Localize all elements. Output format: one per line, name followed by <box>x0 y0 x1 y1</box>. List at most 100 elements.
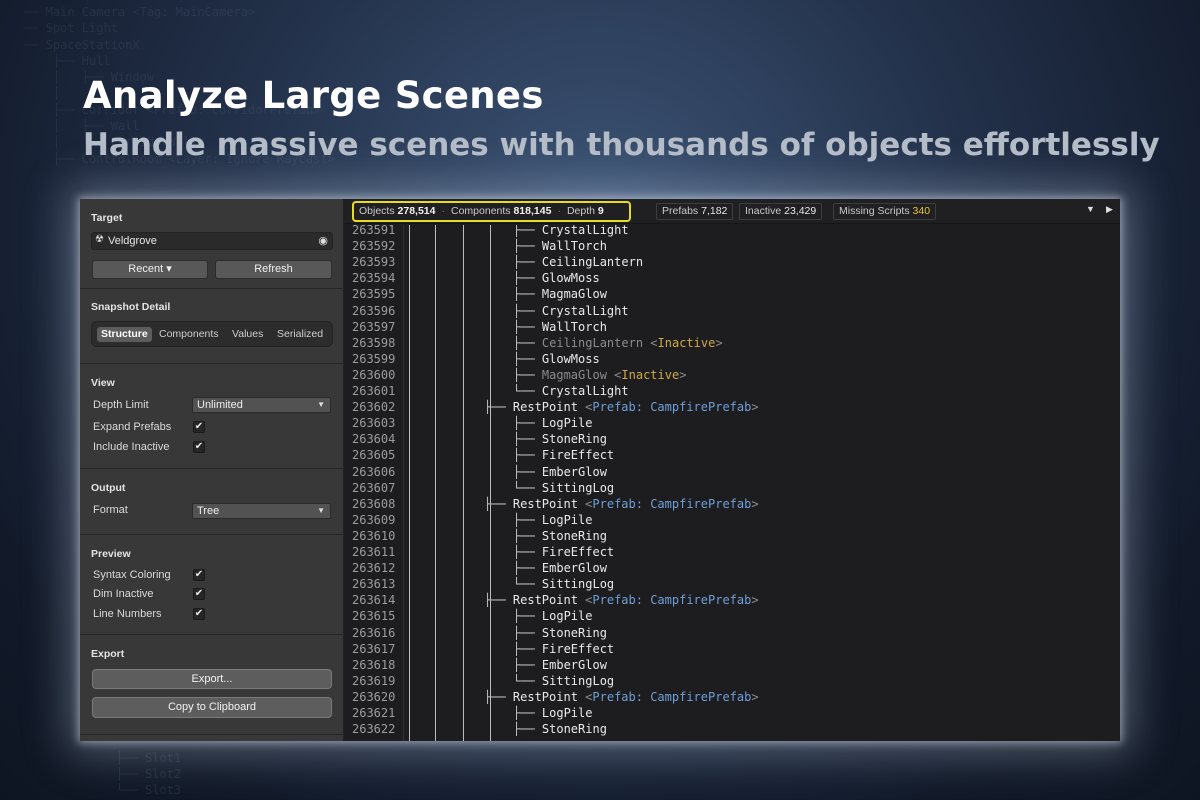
line-number: 263607 <box>352 480 396 495</box>
branch-glyph: ├── <box>513 561 542 576</box>
tree-line[interactable]: 263612 ├── EmberGlow <box>345 561 1120 577</box>
line-numbers-checkbox[interactable]: ✔ <box>193 608 205 620</box>
tree-preview[interactable]: 263591 ├── CrystalLight 263592 ├── WallTorc… <box>345 225 1120 741</box>
tree-node: ├── RestPoint <Prefab: CampfirePrefab> <box>484 400 759 414</box>
tab-structure[interactable]: Structure <box>97 327 152 342</box>
tree-line[interactable]: 263601 └── CrystalLight <box>345 384 1120 400</box>
line-number: 263605 <box>352 448 396 463</box>
tree-line[interactable]: 263616 ├── StoneRing <box>345 626 1120 642</box>
branch-glyph: ├── <box>513 319 542 334</box>
dim-inactive-checkbox[interactable]: ✔ <box>193 588 205 600</box>
preview-section: Preview Syntax Coloring ✔ Dim Inactive ✔… <box>80 535 344 635</box>
inactive-stat: Inactive 23,429 <box>739 203 823 220</box>
tree-line[interactable]: 263614 ├── RestPoint <Prefab: CampfirePre… <box>345 593 1120 609</box>
target-field[interactable]: ☢ Veldgrove ◉ <box>91 232 333 250</box>
tree-line[interactable]: 263591 ├── CrystalLight <box>345 225 1120 239</box>
tree-line[interactable]: 263607 └── SittingLog <box>345 481 1120 497</box>
object-name: MagmaGlow <box>541 367 607 382</box>
tree-node: ├── RestPoint <Prefab: CampfirePrefab> <box>484 690 759 704</box>
object-name: GlowMoss <box>541 351 600 366</box>
line-number: 263618 <box>352 657 396 672</box>
object-name: StoneRing <box>541 528 607 543</box>
tree-line[interactable]: 263606 ├── EmberGlow <box>345 465 1120 481</box>
line-number: 263592 <box>352 239 396 254</box>
tree-line[interactable]: 263620 ├── RestPoint <Prefab: CampfirePre… <box>345 690 1120 706</box>
tab-serialized[interactable]: Serialized <box>277 327 323 342</box>
prefab-tag: <Prefab: CampfirePrefab> <box>585 689 759 704</box>
tree-node: ├── RestPoint <Prefab: CampfirePrefab> <box>484 593 759 607</box>
output-title: Output <box>91 482 126 494</box>
snapshot-title: Snapshot Detail <box>91 301 171 313</box>
tree-line[interactable]: 263611 ├── FireEffect <box>345 545 1120 561</box>
copy-to-clipboard-button[interactable]: Copy to Clipboard <box>92 697 332 718</box>
tree-line[interactable]: 263595 ├── MagmaGlow <box>345 287 1120 303</box>
tab-values[interactable]: Values <box>232 327 263 342</box>
headline: Analyze Large Scenes <box>83 74 544 117</box>
objects-label: Objects <box>359 205 395 217</box>
collapse-all-icon[interactable]: ▼ <box>1086 204 1095 214</box>
tree-line[interactable]: 263605 ├── FireEffect <box>345 448 1120 464</box>
tree-line[interactable]: 263592 ├── WallTorch <box>345 239 1120 255</box>
tree-line[interactable]: 263602 ├── RestPoint <Prefab: CampfirePre… <box>345 400 1120 416</box>
format-value: Tree <box>197 505 220 517</box>
object-name: CrystalLight <box>541 303 629 318</box>
tree-line[interactable]: 263594 ├── GlowMoss <box>345 271 1120 287</box>
expand-prefabs-checkbox[interactable]: ✔ <box>193 421 205 433</box>
tree-line[interactable]: 263600 ├── MagmaGlow <Inactive> <box>345 368 1120 384</box>
tree-line[interactable]: 263615 ├── LogPile <box>345 609 1120 625</box>
depth-limit-dropdown[interactable]: Unlimited ▼ <box>192 397 331 413</box>
export-button[interactable]: Export... <box>92 669 332 689</box>
branch-glyph: ├── <box>513 432 542 447</box>
tree-line[interactable]: 263603 ├── LogPile <box>345 416 1120 432</box>
prefab-tag: <Prefab: CampfirePrefab> <box>585 496 759 511</box>
object-name: RestPoint <box>512 689 578 704</box>
line-number: 263601 <box>352 384 396 398</box>
branch-glyph: ├── <box>513 545 542 559</box>
target-picker-icon[interactable]: ◉ <box>318 234 328 247</box>
tree-line[interactable]: 263596 ├── CrystalLight <box>345 304 1120 320</box>
tree-line[interactable]: 263604 ├── StoneRing <box>345 432 1120 448</box>
line-number: 263599 <box>352 351 396 366</box>
syntax-coloring-checkbox[interactable]: ✔ <box>193 569 205 581</box>
tab-components[interactable]: Components <box>159 327 219 342</box>
tree-node: ├── FireEffect <box>513 642 614 656</box>
include-inactive-label: Include Inactive <box>93 441 170 453</box>
stats-toolbar: Objects 278,514 · Components 818,145 · Depth… <box>345 199 1120 224</box>
refresh-button[interactable]: Refresh <box>215 260 332 279</box>
object-name: CeilingLantern <box>541 255 644 270</box>
subheadline: Handle massive scenes with thousands of … <box>83 127 1160 163</box>
tree-line[interactable]: 263619 └── SittingLog <box>345 674 1120 690</box>
tree-line[interactable]: 263618 ├── EmberGlow <box>345 658 1120 674</box>
tree-line[interactable]: 263608 ├── RestPoint <Prefab: CampfirePre… <box>345 497 1120 513</box>
line-number: 263602 <box>352 400 396 415</box>
tree-line[interactable]: 263599 ├── GlowMoss <box>345 352 1120 368</box>
tree-line[interactable]: 263598 ├── CeilingLantern <Inactive> <box>345 336 1120 352</box>
tree-line[interactable]: 263593 ├── CeilingLantern <box>345 255 1120 271</box>
line-number: 263621 <box>352 706 396 720</box>
branch-glyph: ├── <box>513 225 542 237</box>
tree-node: ├── EmberGlow <box>513 658 607 672</box>
line-number: 263593 <box>352 255 396 270</box>
depth-limit-label: Depth Limit <box>93 399 149 411</box>
tree-line[interactable]: 263621 ├── LogPile <box>345 706 1120 722</box>
target-title: Target <box>91 212 123 224</box>
dropdown-caret-icon: ▼ <box>317 400 325 409</box>
tree-node: ├── FireEffect <box>513 448 614 462</box>
format-dropdown[interactable]: Tree ▼ <box>192 503 331 519</box>
branch-glyph: ├── <box>484 689 513 704</box>
tree-line[interactable]: 263613 └── SittingLog <box>345 577 1120 593</box>
object-name: LogPile <box>541 512 593 527</box>
tree-line[interactable]: 263609 ├── LogPile <box>345 513 1120 529</box>
branch-glyph: ├── <box>513 722 542 737</box>
separator: · <box>557 205 561 217</box>
recent-button[interactable]: Recent ▾ <box>92 260 208 279</box>
tree-node: ├── WallTorch <box>513 239 607 253</box>
tree-line[interactable]: 263610 ├── StoneRing <box>345 529 1120 545</box>
tree-line[interactable]: 263617 ├── FireEffect <box>345 642 1120 658</box>
prefabs-stat: Prefabs 7,182 <box>656 203 734 220</box>
include-inactive-checkbox[interactable]: ✔ <box>193 441 205 453</box>
components-label: Components <box>451 205 511 217</box>
tree-line[interactable]: 263622 ├── StoneRing <box>345 722 1120 738</box>
tree-line[interactable]: 263597 ├── WallTorch <box>345 320 1120 336</box>
expand-all-icon[interactable]: ▶ <box>1106 204 1113 215</box>
